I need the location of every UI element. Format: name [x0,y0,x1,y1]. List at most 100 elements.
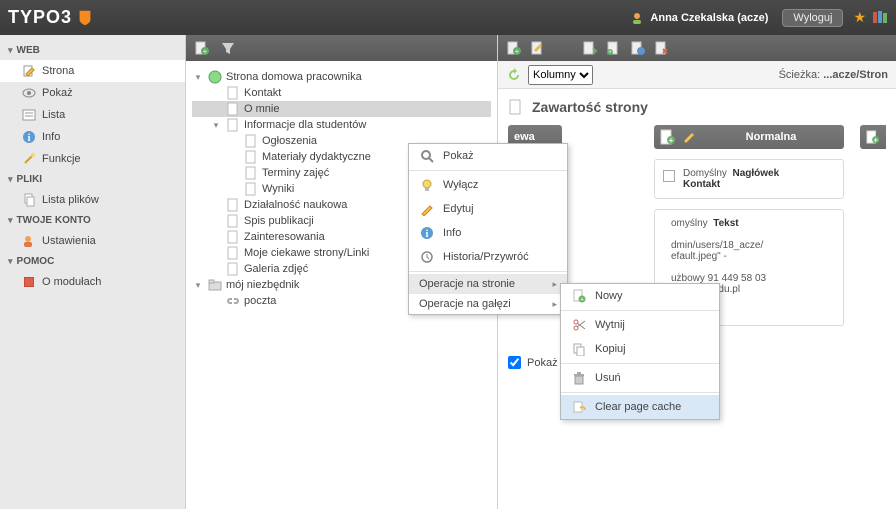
nav-item-view[interactable]: Pokaż [0,82,185,104]
tree-root[interactable]: ▾Strona domowa pracownika [192,69,491,85]
add-content-icon[interactable]: + [660,129,676,145]
move-icon[interactable] [582,40,598,56]
tree-node-selected[interactable]: O mnie [192,101,491,117]
globe-icon [208,70,222,84]
svg-text:i: i [28,133,31,144]
content-element[interactable]: Domyślny NagłówekKontakt [654,159,844,199]
magnifier-icon [419,148,435,164]
nav-section-files[interactable]: ▾PLIKI [0,170,185,189]
nav-item-about[interactable]: O modułach [0,271,185,293]
collapse-icon: ▾ [8,174,13,185]
nav-item-filelist[interactable]: Lista plików [0,189,185,211]
link-icon [226,294,240,308]
trash-icon [571,370,587,386]
page-icon [226,102,240,116]
info-icon: i [419,225,435,241]
new-icon: + [571,288,587,304]
page-icon [226,86,240,100]
element-type-icon [663,170,675,182]
new-page-icon[interactable]: + [194,40,210,56]
content-toolbar: + + [498,35,896,61]
page-icon [244,150,258,164]
ctx-page-ops[interactable]: Operacje na stronie▸ [409,274,567,294]
user-gear-icon [22,234,36,248]
svg-text:+: + [874,137,878,144]
filter-icon[interactable] [220,40,236,56]
edit-column-icon[interactable] [682,129,698,145]
ctx-show[interactable]: Pokaż [409,144,567,168]
files-icon [22,193,36,207]
show-hidden-checkbox[interactable] [508,356,521,369]
new-record-icon[interactable]: + [506,40,522,56]
logo-text: TYPO3 [8,7,72,28]
svg-text:+: + [608,49,612,56]
collapse-icon: ▾ [8,256,13,267]
module-menu: ▾WEB Strona Pokaż Lista iInfo Funkcje ▾P… [0,35,186,509]
svg-text:+: + [669,136,674,145]
add-content-icon[interactable]: + [866,129,880,145]
nav-section-account[interactable]: ▾TWOJE KONTO [0,211,185,230]
layout-select[interactable]: Kolumny [528,65,593,85]
scissors-icon [571,317,587,333]
svg-text:+: + [580,297,584,304]
clear-cache-icon [571,399,587,415]
page-icon [226,118,240,132]
expand-icon[interactable]: ▾ [210,120,222,131]
expand-icon[interactable]: ▾ [192,72,204,83]
wand-icon [22,152,36,166]
ctx-info[interactable]: iInfo [409,221,567,245]
page-icon [244,182,258,196]
ctx-cut[interactable]: Wytnij [561,313,719,337]
ctx-clear-cache[interactable]: Clear page cache [561,395,719,419]
tree-node[interactable]: ▾Informacje dla studentów [192,117,491,133]
nav-item-settings[interactable]: Ustawienia [0,230,185,252]
tree-toolbar: + [186,35,497,61]
username: Anna Czekalska (acze) [650,12,768,24]
content-title: Zawartość strony [532,99,648,115]
ctx-branch-ops[interactable]: Operacje na gałęzi▸ [409,294,567,314]
ctx-delete[interactable]: Usuń [561,366,719,390]
ctx-disable[interactable]: Wyłącz [409,173,567,197]
ctx-history[interactable]: Historia/Przywróć [409,245,567,269]
user-icon [630,11,644,25]
pencil-page-icon [22,64,36,78]
top-bar: TYPO3 Anna Czekalska (acze) Wyloguj ★ [0,0,896,35]
page-icon [226,230,240,244]
column-right-stub: + [860,125,886,326]
nav-item-functions[interactable]: Funkcje [0,148,185,170]
collapse-icon: ▾ [8,215,13,226]
page-icon [244,134,258,148]
shortcut-icon[interactable] [872,9,888,25]
tree-node[interactable]: Kontakt [192,85,491,101]
nav-item-list[interactable]: Lista [0,104,185,126]
expand-icon[interactable]: ▾ [192,280,204,291]
svg-text:i: i [426,229,429,240]
pencil-icon [419,201,435,217]
ctx-edit[interactable]: Edytuj [409,197,567,221]
nav-item-info[interactable]: iInfo [0,126,185,148]
chevron-right-icon: ▸ [552,299,557,310]
page-icon [226,246,240,260]
nav-section-web[interactable]: ▾WEB [0,41,185,60]
chevron-right-icon: ▸ [552,279,557,290]
page-icon [244,166,258,180]
ctx-new[interactable]: +Nowy [561,284,719,308]
ctx-copy[interactable]: Kopiuj [561,337,719,361]
context-menu-page: Pokaż Wyłącz Edytuj iInfo Historia/Przyw… [408,143,568,315]
collapse-icon: ▾ [8,45,13,56]
nav-section-help[interactable]: ▾POMOC [0,252,185,271]
edit-icon[interactable] [530,40,546,56]
page-icon [226,214,240,228]
new-page-icon[interactable]: + [606,40,622,56]
bookmark-star-icon[interactable]: ★ [853,9,866,26]
logout-button[interactable]: Wyloguj [782,9,843,27]
svg-text:+: + [515,47,520,56]
context-submenu-pageops: +Nowy Wytnij Kopiuj Usuń Clear page cach… [560,283,720,420]
column-header-right: + [860,125,886,149]
nav-item-page[interactable]: Strona [0,60,185,82]
book-icon [22,275,36,289]
svg-text:+: + [203,47,208,56]
clear-cache-icon[interactable] [654,40,670,56]
history-icon[interactable] [630,40,646,56]
refresh-icon[interactable] [506,67,522,83]
